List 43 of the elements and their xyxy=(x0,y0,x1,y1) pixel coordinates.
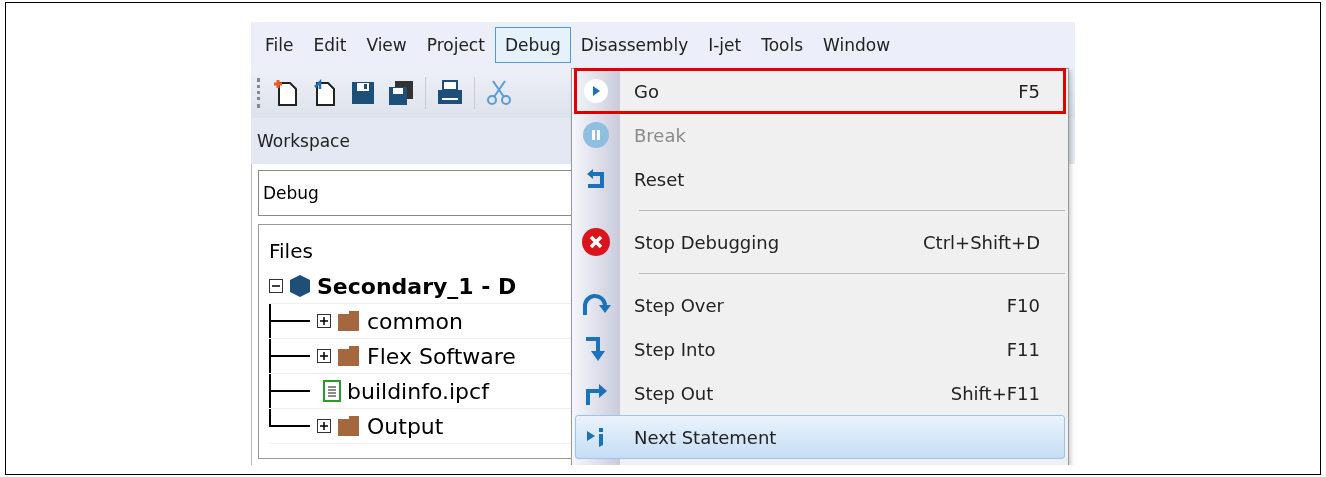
tree-item[interactable]: common xyxy=(367,308,463,334)
menu-item[interactable]: I-jet xyxy=(698,27,752,63)
menu-entry[interactable]: Step Out Shift+F11 xyxy=(575,371,1065,415)
panel-title: Workspace xyxy=(257,131,350,151)
menu-entry[interactable]: Reset xyxy=(575,157,1065,201)
stop-icon xyxy=(581,227,611,257)
tree-connector xyxy=(269,339,311,373)
menu-item[interactable]: File xyxy=(255,27,304,63)
pause-icon xyxy=(582,121,610,149)
cut-icon[interactable] xyxy=(485,79,513,107)
up-right-arrow-icon xyxy=(584,381,608,405)
menu-item[interactable]: Window xyxy=(813,27,901,63)
menu-item[interactable]: View xyxy=(356,27,417,63)
play-icon xyxy=(583,78,609,104)
tree-item[interactable]: Flex Software xyxy=(367,343,516,369)
document-icon xyxy=(323,380,341,402)
print-icon[interactable] xyxy=(436,79,464,107)
cube-icon xyxy=(289,274,311,298)
tree-connector xyxy=(269,304,311,338)
curved-arrow-icon xyxy=(581,293,611,317)
menu-entry[interactable]: Stop Debugging Ctrl+Shift+D xyxy=(575,220,1065,264)
menu-entry[interactable]: Step Over F10 xyxy=(575,283,1065,327)
files-header: Files xyxy=(269,239,313,263)
menu-item[interactable]: Debug xyxy=(494,27,571,63)
folder-icon xyxy=(337,310,361,332)
menu-entry[interactable]: Step Into F11 xyxy=(575,327,1065,371)
tree-item[interactable]: Output xyxy=(367,413,444,439)
menu-item[interactable]: Edit xyxy=(303,27,357,63)
menu-item[interactable]: Disassembly xyxy=(570,27,699,63)
folder-icon xyxy=(337,415,361,437)
folder-icon xyxy=(337,345,361,367)
expand-icon[interactable] xyxy=(317,419,331,433)
menu-item[interactable]: Tools xyxy=(751,27,814,63)
tree-item[interactable]: buildinfo.ipcf xyxy=(347,378,489,404)
expand-icon[interactable] xyxy=(317,349,331,363)
menu-item[interactable]: Project xyxy=(416,27,495,63)
down-arrow-icon xyxy=(584,336,608,362)
menu-entry[interactable]: Next Statement xyxy=(575,415,1065,459)
tree-item[interactable]: Secondary_1 - D xyxy=(317,273,517,299)
collapse-icon[interactable] xyxy=(269,279,283,293)
expand-icon[interactable] xyxy=(317,314,331,328)
save-icon[interactable] xyxy=(349,79,377,107)
save-all-icon[interactable] xyxy=(387,79,415,107)
